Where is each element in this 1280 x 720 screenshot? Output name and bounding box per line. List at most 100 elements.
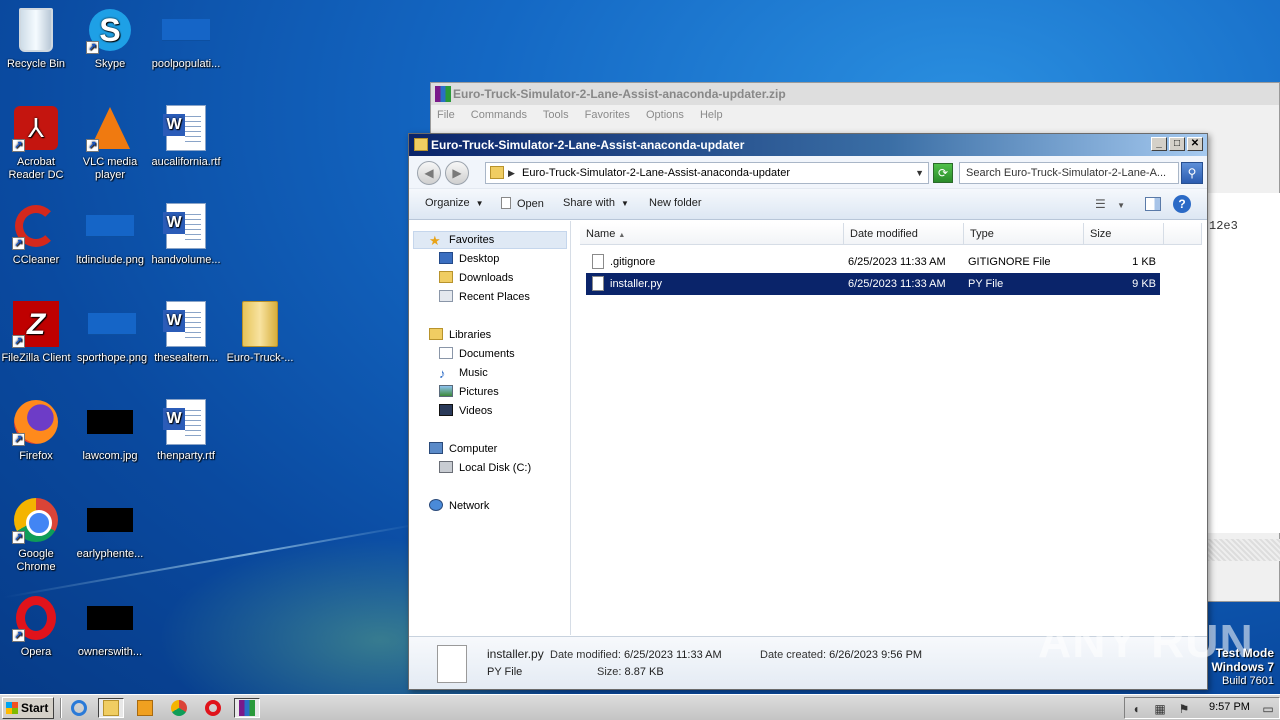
desktop-icon-ccleaner[interactable]: ↗ CCleaner — [0, 202, 74, 267]
speaker-icon[interactable]: ◖ — [1129, 702, 1143, 716]
desktop-icon-skype[interactable]: S ↗ Skype — [72, 6, 148, 71]
breadcrumb-chevron-icon[interactable]: ▶ — [508, 163, 515, 183]
desktop-icon-label: ltdinclude.png — [76, 254, 144, 266]
nav-downloads-label: Downloads — [459, 272, 514, 284]
maximize-button[interactable]: □ — [1169, 137, 1185, 151]
nav-network[interactable]: Network — [429, 498, 489, 514]
clock[interactable]: 9:57 PM — [1209, 701, 1250, 713]
desktop-icon-poolpopulation[interactable]: poolpopulati... — [148, 6, 224, 71]
desktop-icon-chrome[interactable]: ↗ Google Chrome — [0, 496, 74, 574]
taskbar-media-player[interactable] — [132, 698, 158, 718]
desktop-icon-sporthope[interactable]: sporthope.png — [74, 300, 150, 365]
desktop-icon-acrobat[interactable]: ⅄ ↗ Acrobat Reader DC — [0, 104, 74, 182]
winrar-menu-favorites[interactable]: Favorites — [585, 109, 630, 121]
action-center-flag-icon[interactable]: ⚑ — [1177, 702, 1191, 716]
view-list-icon: ☰ — [1095, 197, 1106, 211]
new-folder-button[interactable]: New folder — [649, 197, 702, 209]
start-button[interactable]: Start — [2, 697, 54, 719]
winrar-menu-file[interactable]: File — [437, 109, 455, 121]
downloads-folder-icon — [439, 271, 453, 283]
minimize-button[interactable]: _ — [1151, 137, 1167, 151]
explorer-body: ★ Favorites Desktop Downloads Recent Plac… — [409, 221, 1207, 635]
image-file-icon — [87, 410, 133, 434]
desktop-icon-handvolume[interactable]: handvolume... — [148, 202, 224, 267]
desktop-icon-thenparty[interactable]: thenparty.rtf — [148, 398, 224, 463]
shortcut-arrow-icon: ↗ — [12, 139, 25, 152]
desktop-icon-opera[interactable]: ↗ Opera — [0, 594, 74, 659]
desktop-icon-label: Firefox — [19, 450, 53, 462]
winrar-menu-tools[interactable]: Tools — [543, 109, 569, 121]
desktop-icon-thesealtern[interactable]: thesealtern... — [148, 300, 224, 365]
file-row-installer[interactable]: installer.py 6/25/2023 11:33 AM PY File … — [586, 273, 1160, 295]
column-header-name[interactable]: Name ▲ — [580, 223, 844, 245]
winrar-title-bar[interactable]: Euro-Truck-Simulator-2-Lane-Assist-anaco… — [431, 83, 1279, 105]
desktop-icon-euro-truck-folder[interactable]: Euro-Truck-... — [222, 300, 298, 365]
desktop-icon-earlyphente[interactable]: earlyphente... — [72, 496, 148, 561]
desktop-icon-label: poolpopulati... — [151, 58, 221, 70]
address-dropdown-icon[interactable]: ▼ — [915, 163, 924, 183]
column-header-size[interactable]: Size — [1084, 223, 1164, 245]
desktop-icon-label: Opera — [20, 646, 52, 658]
search-input[interactable]: Search Euro-Truck-Simulator-2-Lane-A... — [959, 162, 1179, 184]
refresh-button[interactable]: ⟳ — [933, 163, 953, 183]
taskbar-chrome[interactable] — [166, 698, 192, 718]
change-view-button[interactable]: ☰ ▼ — [1095, 197, 1125, 211]
desktop-icon-recycle-bin[interactable]: Recycle Bin — [0, 6, 74, 71]
nav-computer[interactable]: Computer — [429, 441, 497, 457]
file-type: PY File — [968, 278, 1004, 290]
desktop-icon-lawcom[interactable]: lawcom.jpg — [72, 398, 148, 463]
desktop-icon-aucalifornia[interactable]: aucalifornia.rtf — [148, 104, 224, 169]
nav-favorites[interactable]: ★ Favorites — [429, 232, 494, 248]
winrar-menu-commands[interactable]: Commands — [471, 109, 527, 121]
winrar-menu-options[interactable]: Options — [646, 109, 684, 121]
network-tray-icon[interactable]: ▦ — [1153, 702, 1167, 716]
address-bar[interactable]: ▶ Euro-Truck-Simulator-2-Lane-Assist-ana… — [485, 162, 929, 184]
winrar-progress-stripe — [1207, 539, 1280, 561]
taskbar-explorer[interactable] — [98, 698, 124, 718]
explorer-title-bar[interactable]: Euro-Truck-Simulator-2-Lane-Assist-anaco… — [409, 134, 1207, 156]
share-with-button[interactable]: Share with ▼ — [563, 197, 629, 209]
winrar-menu-help[interactable]: Help — [700, 109, 723, 121]
open-button[interactable]: Open — [501, 197, 544, 210]
nav-local-disk[interactable]: Local Disk (C:) — [439, 460, 531, 476]
column-header-type[interactable]: Type — [964, 223, 1084, 245]
star-icon: ★ — [429, 233, 441, 248]
nav-documents[interactable]: Documents — [439, 346, 515, 362]
explorer-window[interactable]: Euro-Truck-Simulator-2-Lane-Assist-anaco… — [408, 133, 1208, 690]
forward-button[interactable]: ▶ — [445, 161, 469, 185]
nav-pictures[interactable]: Pictures — [439, 384, 499, 400]
taskbar-winrar[interactable] — [234, 698, 260, 718]
test-mode-line3: Build 7601 — [1222, 675, 1274, 687]
nav-downloads[interactable]: Downloads — [439, 270, 513, 286]
taskbar-ie[interactable] — [66, 698, 92, 718]
desktop-icon-label: aucalifornia.rtf — [151, 156, 221, 168]
preview-pane-icon[interactable] — [1145, 197, 1161, 211]
nav-recent-places[interactable]: Recent Places — [439, 289, 530, 305]
desktop-icon-label: Euro-Truck-... — [226, 352, 294, 364]
file-row-gitignore[interactable]: .gitignore 6/25/2023 11:33 AM GITIGNORE … — [586, 251, 1160, 273]
search-icon[interactable]: ⚲ — [1181, 162, 1203, 184]
close-button[interactable]: ✕ — [1187, 137, 1203, 151]
desktop-icon-ltdinclude[interactable]: ltdinclude.png — [72, 202, 148, 267]
test-mode-line1: Test Mode — [1215, 646, 1274, 660]
taskbar-opera[interactable] — [200, 698, 226, 718]
desktop-icon-label: FileZilla Client — [1, 352, 71, 364]
desktop-icon-filezilla[interactable]: Z ↗ FileZilla Client — [0, 300, 74, 365]
desktop-icon-vlc[interactable]: ↗ VLC media player — [72, 104, 148, 182]
nav-music[interactable]: ♪ Music — [439, 365, 488, 381]
organize-button[interactable]: Organize ▼ — [425, 197, 484, 209]
desktop-icon-label: Acrobat Reader DC — [8, 156, 64, 181]
column-name-label: Name — [586, 228, 616, 240]
details-date-created-value: 6/26/2023 9:56 PM — [829, 649, 923, 661]
show-desktop-icon[interactable]: ▭ — [1261, 702, 1275, 716]
help-icon[interactable]: ? — [1173, 195, 1191, 213]
back-button[interactable]: ◀ — [417, 161, 441, 185]
nav-videos[interactable]: Videos — [439, 403, 492, 419]
nav-desktop[interactable]: Desktop — [439, 251, 499, 267]
nav-libraries[interactable]: Libraries — [429, 327, 491, 343]
nav-network-label: Network — [449, 500, 490, 512]
desktop-icon-firefox[interactable]: ↗ Firefox — [0, 398, 74, 463]
file-icon — [592, 254, 604, 269]
column-header-date-modified[interactable]: Date modified — [844, 223, 964, 245]
desktop-icon-ownerswith[interactable]: ownerswith... — [72, 594, 148, 659]
